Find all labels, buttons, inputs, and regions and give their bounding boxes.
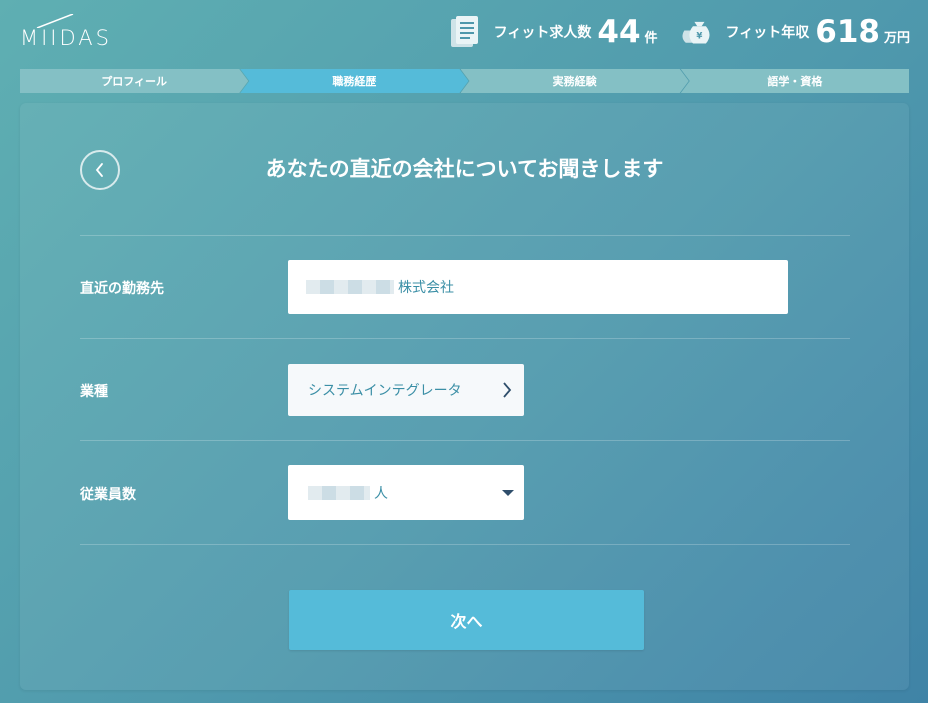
divider [80, 235, 850, 236]
fit-salary-stat: ¥ フィット年収 618 万円 [680, 14, 910, 50]
svg-text:¥: ¥ [696, 31, 702, 41]
industry-value: システムインテグレータ [308, 383, 462, 399]
form-card: あなたの直近の会社についてお聞きします 直近の勤務先 株式会社 業種 システムイ… [20, 103, 909, 690]
employees-label: 従業員数 [80, 487, 136, 503]
fit-stats: フィット求人数 44 件 ¥ フィット年収 618 万円 [448, 12, 910, 52]
step-work-history: 職務経歴 [240, 69, 468, 93]
divider [80, 338, 850, 339]
logo-text: MIIDAS [20, 26, 113, 50]
chevron-right-icon [503, 382, 512, 398]
fit-salary-amount: 618 [815, 14, 880, 50]
money-bag-icon: ¥ [680, 14, 716, 50]
fit-jobs-label: フィット求人数 [493, 25, 592, 41]
page-title: あなたの直近の会社についてお聞きします [265, 157, 664, 181]
fit-jobs-stat: フィット求人数 44 件 [448, 14, 658, 50]
industry-select-button[interactable]: システムインテグレータ [288, 364, 524, 416]
document-icon [448, 14, 484, 50]
divider [80, 440, 850, 441]
fit-salary-unit: 万円 [883, 30, 910, 46]
company-input-value: 株式会社 [398, 280, 454, 296]
next-button[interactable]: 次へ [289, 590, 644, 650]
miidas-logo[interactable]: MIIDAS [20, 14, 138, 50]
company-input[interactable]: 株式会社 [288, 260, 788, 314]
step-profile: プロフィール [20, 69, 248, 93]
fit-jobs-count: 44 [597, 14, 641, 50]
step-language-qualification: 語学・資格 [680, 69, 909, 93]
employees-select[interactable]: 人 [288, 465, 524, 520]
company-label: 直近の勤務先 [80, 281, 164, 297]
employees-value: 人 [374, 485, 388, 502]
industry-label: 業種 [80, 384, 108, 400]
progress-steps: プロフィール 職務経歴 実務経験 語学・資格 [20, 69, 909, 93]
step-work-experience: 実務経験 [461, 69, 689, 93]
divider [80, 544, 850, 545]
fit-salary-label: フィット年収 [725, 25, 810, 41]
redacted-text [306, 280, 394, 294]
fit-jobs-unit: 件 [644, 30, 658, 46]
caret-down-icon [502, 490, 514, 496]
redacted-text [308, 485, 370, 500]
